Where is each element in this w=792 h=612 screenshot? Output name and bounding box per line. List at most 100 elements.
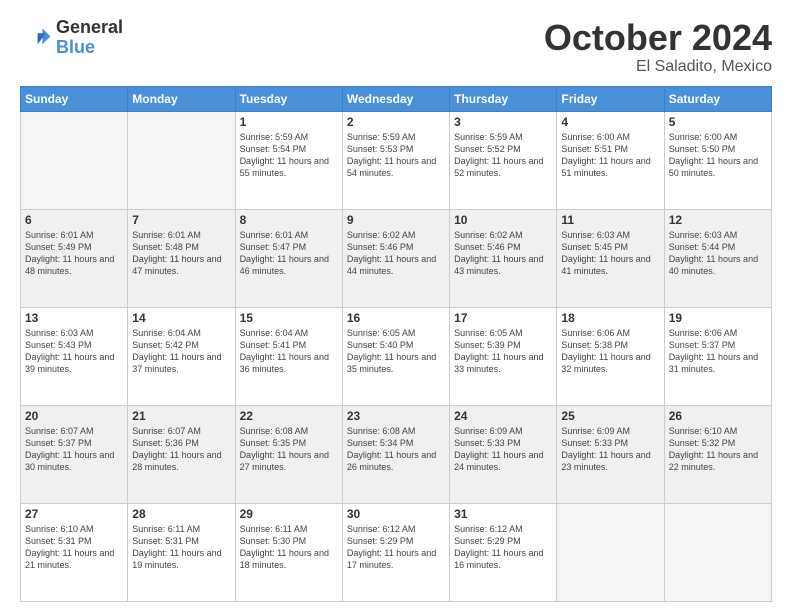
day-info: Sunrise: 6:06 AMSunset: 5:37 PMDaylight:… xyxy=(669,327,767,376)
day-number: 8 xyxy=(240,213,338,227)
calendar-day-cell xyxy=(128,111,235,209)
calendar-day-cell: 5 Sunrise: 6:00 AMSunset: 5:50 PMDaylight… xyxy=(664,111,771,209)
day-info: Sunrise: 6:09 AMSunset: 5:33 PMDaylight:… xyxy=(561,425,659,474)
day-number: 31 xyxy=(454,507,552,521)
day-info: Sunrise: 5:59 AMSunset: 5:54 PMDaylight:… xyxy=(240,131,338,180)
day-number: 22 xyxy=(240,409,338,423)
main-title: October 2024 xyxy=(544,18,772,58)
day-number: 6 xyxy=(25,213,123,227)
calendar-day-cell: 12 Sunrise: 6:03 AMSunset: 5:44 PMDayligh… xyxy=(664,209,771,307)
calendar-day-cell: 7 Sunrise: 6:01 AMSunset: 5:48 PMDaylight… xyxy=(128,209,235,307)
calendar-day-cell: 2 Sunrise: 5:59 AMSunset: 5:53 PMDaylight… xyxy=(342,111,449,209)
calendar-day-cell: 17Sunrise: 6:05 AMSunset: 5:39 PMDayligh… xyxy=(450,307,557,405)
calendar-day-cell xyxy=(557,503,664,601)
day-number: 3 xyxy=(454,115,552,129)
day-number: 9 xyxy=(347,213,445,227)
day-info: Sunrise: 6:03 AMSunset: 5:44 PMDaylight:… xyxy=(669,229,767,278)
calendar-day-cell: 26 Sunrise: 6:10 AMSunset: 5:32 PMDayligh… xyxy=(664,405,771,503)
calendar-day-cell xyxy=(664,503,771,601)
day-number: 29 xyxy=(240,507,338,521)
day-number: 26 xyxy=(669,409,767,423)
day-info: Sunrise: 6:09 AMSunset: 5:33 PMDaylight:… xyxy=(454,425,552,474)
calendar-week-row: 1Sunrise: 5:59 AMSunset: 5:54 PMDaylight… xyxy=(21,111,772,209)
day-number: 28 xyxy=(132,507,230,521)
day-info: Sunrise: 5:59 AMSunset: 5:52 PMDaylight:… xyxy=(454,131,552,180)
column-header-monday: Monday xyxy=(128,86,235,111)
day-number: 4 xyxy=(561,115,659,129)
calendar-day-cell: 3 Sunrise: 5:59 AMSunset: 5:52 PMDaylight… xyxy=(450,111,557,209)
calendar-day-cell: 29 Sunrise: 6:11 AMSunset: 5:30 PMDayligh… xyxy=(235,503,342,601)
calendar-day-cell: 11Sunrise: 6:03 AMSunset: 5:45 PMDayligh… xyxy=(557,209,664,307)
day-number: 2 xyxy=(347,115,445,129)
day-number: 10 xyxy=(454,213,552,227)
day-info: Sunrise: 6:04 AMSunset: 5:41 PMDaylight:… xyxy=(240,327,338,376)
title-block: October 2024 El Saladito, Mexico xyxy=(544,18,772,76)
calendar-header-row: SundayMondayTuesdayWednesdayThursdayFrid… xyxy=(21,86,772,111)
day-number: 20 xyxy=(25,409,123,423)
day-number: 15 xyxy=(240,311,338,325)
calendar-day-cell: 13 Sunrise: 6:03 AMSunset: 5:43 PMDayligh… xyxy=(21,307,128,405)
day-info: Sunrise: 6:12 AMSunset: 5:29 PMDaylight:… xyxy=(347,523,445,572)
calendar-week-row: 13 Sunrise: 6:03 AMSunset: 5:43 PMDayligh… xyxy=(21,307,772,405)
logo: General Blue xyxy=(20,18,123,58)
logo-blue: Blue xyxy=(56,38,123,58)
day-info: Sunrise: 6:10 AMSunset: 5:32 PMDaylight:… xyxy=(669,425,767,474)
day-info: Sunrise: 6:07 AMSunset: 5:36 PMDaylight:… xyxy=(132,425,230,474)
calendar-day-cell: 25Sunrise: 6:09 AMSunset: 5:33 PMDayligh… xyxy=(557,405,664,503)
calendar-day-cell: 20 Sunrise: 6:07 AMSunset: 5:37 PMDayligh… xyxy=(21,405,128,503)
calendar-day-cell: 6 Sunrise: 6:01 AMSunset: 5:49 PMDaylight… xyxy=(21,209,128,307)
calendar-day-cell xyxy=(21,111,128,209)
day-info: Sunrise: 6:02 AMSunset: 5:46 PMDaylight:… xyxy=(454,229,552,278)
calendar-day-cell: 16Sunrise: 6:05 AMSunset: 5:40 PMDayligh… xyxy=(342,307,449,405)
calendar-week-row: 27Sunrise: 6:10 AMSunset: 5:31 PMDayligh… xyxy=(21,503,772,601)
day-info: Sunrise: 5:59 AMSunset: 5:53 PMDaylight:… xyxy=(347,131,445,180)
day-info: Sunrise: 6:08 AMSunset: 5:34 PMDaylight:… xyxy=(347,425,445,474)
calendar-day-cell: 21 Sunrise: 6:07 AMSunset: 5:36 PMDayligh… xyxy=(128,405,235,503)
day-info: Sunrise: 6:01 AMSunset: 5:48 PMDaylight:… xyxy=(132,229,230,278)
day-info: Sunrise: 6:03 AMSunset: 5:43 PMDaylight:… xyxy=(25,327,123,376)
calendar-table: SundayMondayTuesdayWednesdayThursdayFrid… xyxy=(20,86,772,602)
logo-text: General Blue xyxy=(56,18,123,58)
day-number: 13 xyxy=(25,311,123,325)
calendar-day-cell: 9Sunrise: 6:02 AMSunset: 5:46 PMDaylight… xyxy=(342,209,449,307)
calendar-day-cell: 1Sunrise: 5:59 AMSunset: 5:54 PMDaylight… xyxy=(235,111,342,209)
day-info: Sunrise: 6:00 AMSunset: 5:51 PMDaylight:… xyxy=(561,131,659,180)
calendar-day-cell: 31Sunrise: 6:12 AMSunset: 5:29 PMDayligh… xyxy=(450,503,557,601)
calendar-day-cell: 14Sunrise: 6:04 AMSunset: 5:42 PMDayligh… xyxy=(128,307,235,405)
day-info: Sunrise: 6:10 AMSunset: 5:31 PMDaylight:… xyxy=(25,523,123,572)
day-number: 24 xyxy=(454,409,552,423)
logo-icon xyxy=(20,22,52,54)
logo-general: General xyxy=(56,18,123,38)
day-info: Sunrise: 6:00 AMSunset: 5:50 PMDaylight:… xyxy=(669,131,767,180)
column-header-tuesday: Tuesday xyxy=(235,86,342,111)
calendar-day-cell: 18Sunrise: 6:06 AMSunset: 5:38 PMDayligh… xyxy=(557,307,664,405)
column-header-sunday: Sunday xyxy=(21,86,128,111)
column-header-saturday: Saturday xyxy=(664,86,771,111)
day-number: 17 xyxy=(454,311,552,325)
calendar-day-cell: 10 Sunrise: 6:02 AMSunset: 5:46 PMDayligh… xyxy=(450,209,557,307)
day-info: Sunrise: 6:08 AMSunset: 5:35 PMDaylight:… xyxy=(240,425,338,474)
day-number: 21 xyxy=(132,409,230,423)
calendar-day-cell: 27Sunrise: 6:10 AMSunset: 5:31 PMDayligh… xyxy=(21,503,128,601)
day-info: Sunrise: 6:06 AMSunset: 5:38 PMDaylight:… xyxy=(561,327,659,376)
calendar-day-cell: 15 Sunrise: 6:04 AMSunset: 5:41 PMDayligh… xyxy=(235,307,342,405)
day-number: 30 xyxy=(347,507,445,521)
calendar-day-cell: 23Sunrise: 6:08 AMSunset: 5:34 PMDayligh… xyxy=(342,405,449,503)
day-number: 7 xyxy=(132,213,230,227)
day-number: 5 xyxy=(669,115,767,129)
calendar-day-cell: 4 Sunrise: 6:00 AMSunset: 5:51 PMDaylight… xyxy=(557,111,664,209)
day-info: Sunrise: 6:07 AMSunset: 5:37 PMDaylight:… xyxy=(25,425,123,474)
subtitle: El Saladito, Mexico xyxy=(544,58,772,76)
column-header-wednesday: Wednesday xyxy=(342,86,449,111)
day-number: 12 xyxy=(669,213,767,227)
day-info: Sunrise: 6:01 AMSunset: 5:49 PMDaylight:… xyxy=(25,229,123,278)
calendar-day-cell: 28Sunrise: 6:11 AMSunset: 5:31 PMDayligh… xyxy=(128,503,235,601)
day-info: Sunrise: 6:11 AMSunset: 5:30 PMDaylight:… xyxy=(240,523,338,572)
column-header-friday: Friday xyxy=(557,86,664,111)
day-info: Sunrise: 6:04 AMSunset: 5:42 PMDaylight:… xyxy=(132,327,230,376)
day-number: 16 xyxy=(347,311,445,325)
calendar-day-cell: 30 Sunrise: 6:12 AMSunset: 5:29 PMDayligh… xyxy=(342,503,449,601)
header: General Blue October 2024 El Saladito, M… xyxy=(20,18,772,76)
calendar-day-cell: 19Sunrise: 6:06 AMSunset: 5:37 PMDayligh… xyxy=(664,307,771,405)
day-number: 11 xyxy=(561,213,659,227)
